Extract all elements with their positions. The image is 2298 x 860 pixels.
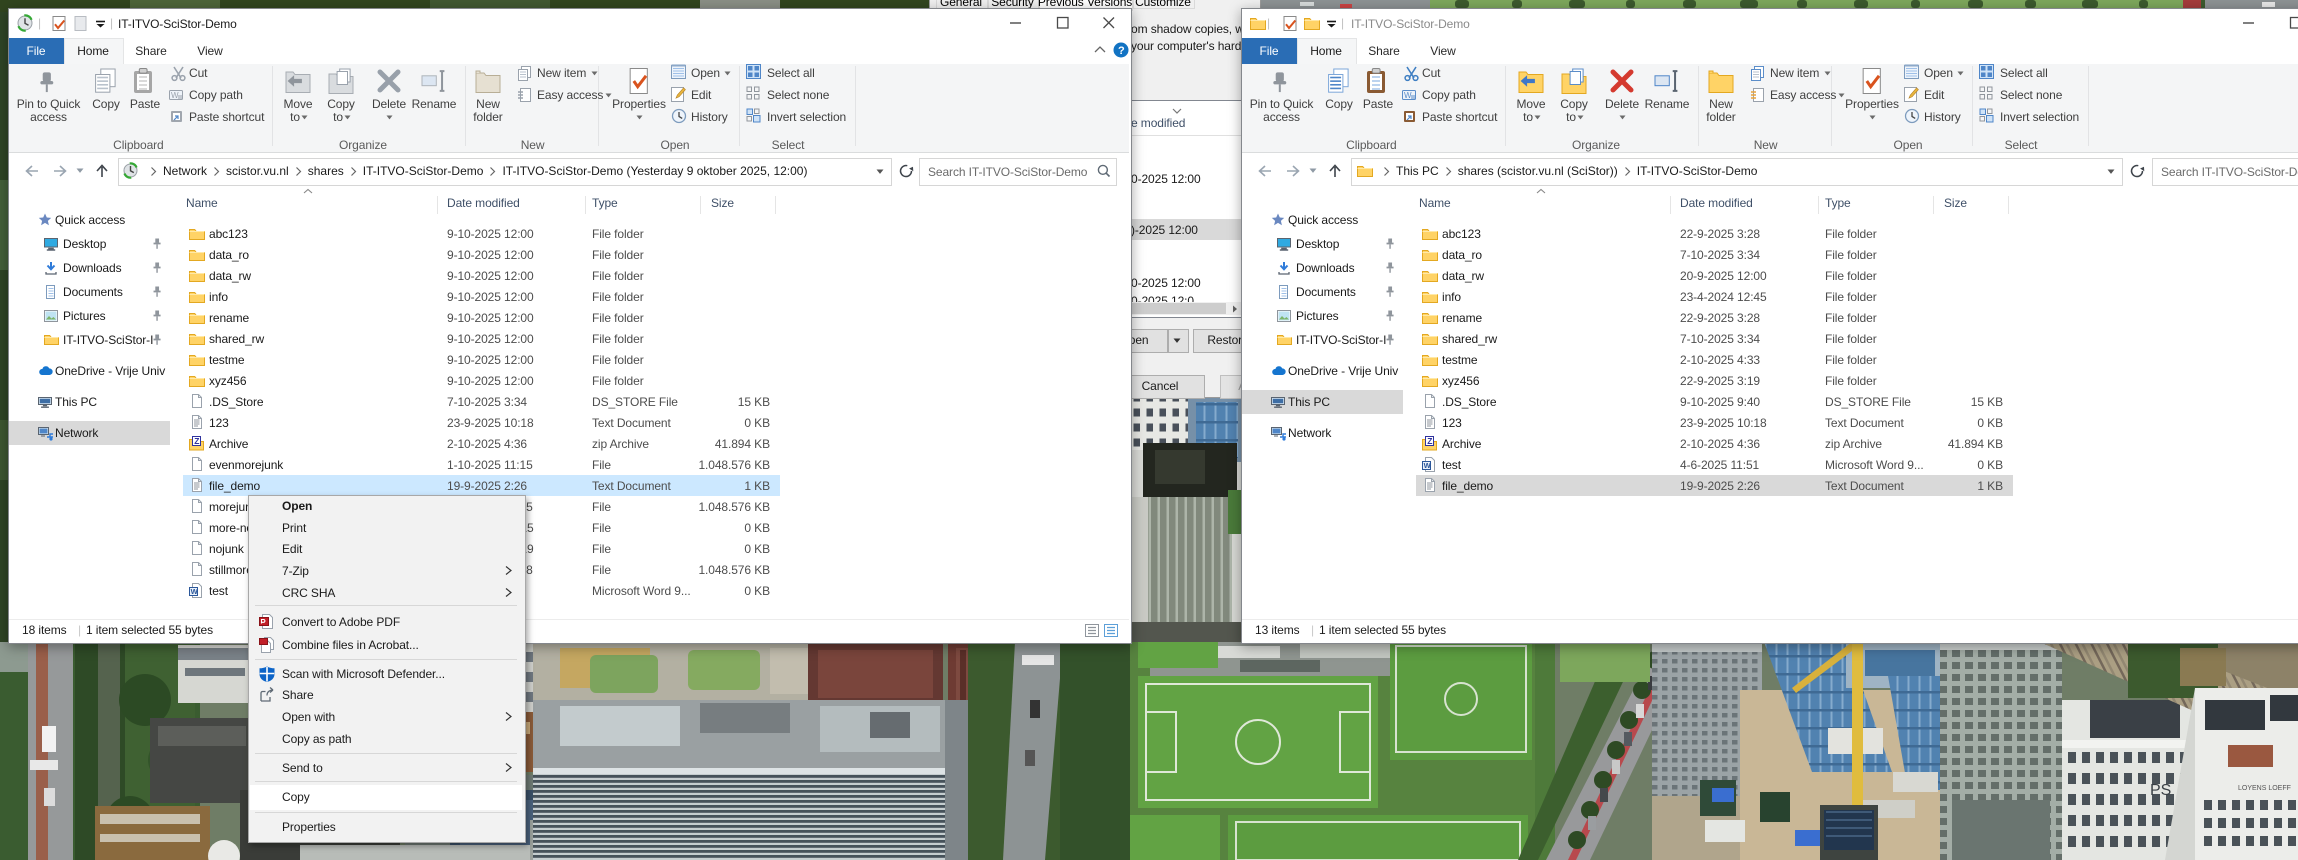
- svg-text:LOYENS LOEFF: LOYENS LOEFF: [2238, 785, 2291, 792]
- svg-text:W: W: [1424, 461, 1432, 470]
- svg-text:W: W: [1404, 91, 1412, 100]
- svg-text:PS: PS: [2150, 782, 2171, 799]
- svg-text:W: W: [171, 91, 179, 100]
- svg-text:Z: Z: [1427, 436, 1432, 446]
- svg-text:?: ?: [1118, 45, 1125, 57]
- svg-text:W: W: [191, 587, 199, 596]
- svg-text:Z: Z: [194, 436, 199, 446]
